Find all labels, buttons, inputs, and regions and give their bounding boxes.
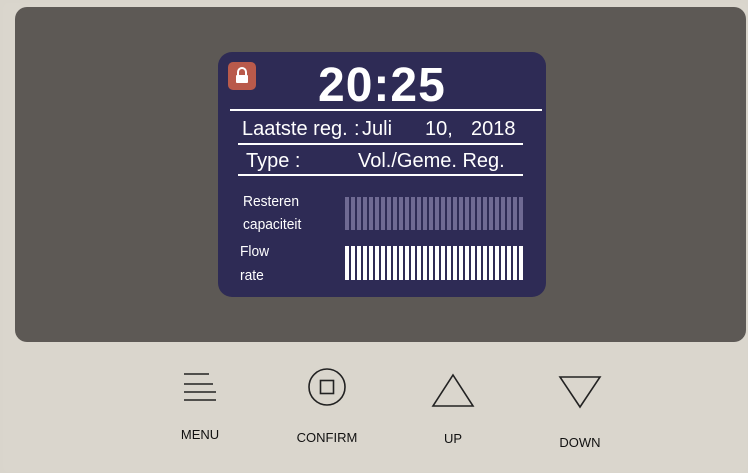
flow-rate-segment bbox=[429, 246, 433, 280]
lcd-screen: 20:25 Laatste reg. : Juli 10, 2018 Type … bbox=[218, 52, 546, 297]
flow-rate-segment bbox=[369, 246, 373, 280]
type-label: Type : bbox=[246, 150, 301, 172]
flow-rate-segment bbox=[405, 246, 409, 280]
remaining-capacity-segment bbox=[411, 197, 415, 230]
remaining-capacity-segment bbox=[429, 197, 433, 230]
flow-rate-segment bbox=[459, 246, 463, 280]
lock-icon bbox=[228, 62, 256, 90]
flow-rate-segment bbox=[453, 246, 457, 280]
flow-rate-segment bbox=[399, 246, 403, 280]
flow-rate-segment bbox=[477, 246, 481, 280]
flow-rate-segment bbox=[441, 246, 445, 280]
remaining-capacity-segment bbox=[399, 197, 403, 230]
divider-bottom bbox=[238, 174, 523, 176]
remaining-capacity-segment bbox=[459, 197, 463, 230]
menu-button[interactable]: MENU bbox=[168, 365, 232, 445]
clock-time: 20:25 bbox=[318, 59, 446, 112]
remaining-capacity-segment bbox=[375, 197, 379, 230]
remaining-capacity-segment bbox=[489, 197, 493, 230]
remaining-capacity-segment bbox=[453, 197, 457, 230]
remaining-capacity-segment bbox=[495, 197, 499, 230]
flow-rate-segment bbox=[435, 246, 439, 280]
up-button[interactable]: UP bbox=[428, 372, 478, 452]
remaining-capacity-segment bbox=[447, 197, 451, 230]
confirm-button-label: CONFIRM bbox=[296, 430, 358, 445]
flow-rate-label-2: rate bbox=[240, 267, 264, 284]
last-reg-label: Laatste reg. bbox=[242, 118, 348, 140]
remaining-capacity-segment bbox=[483, 197, 487, 230]
flow-rate-segment bbox=[351, 246, 355, 280]
flow-rate-label-1: Flow bbox=[240, 243, 270, 260]
flow-rate-segment bbox=[471, 246, 475, 280]
remaining-capacity-segment bbox=[345, 197, 349, 230]
last-reg-day: 10, bbox=[425, 118, 453, 140]
remaining-capacity-segment bbox=[381, 197, 385, 230]
remaining-capacity-segment bbox=[423, 197, 427, 230]
remaining-capacity-segment bbox=[507, 197, 511, 230]
remaining-capacity-label-1: Resteren bbox=[243, 193, 300, 210]
flow-rate-segment bbox=[519, 246, 523, 280]
remaining-capacity-segment bbox=[363, 197, 367, 230]
remaining-capacity-segment bbox=[477, 197, 481, 230]
last-reg-separator: : bbox=[354, 118, 360, 140]
remaining-capacity-segment bbox=[519, 197, 523, 230]
flow-rate-segment bbox=[387, 246, 391, 280]
flow-rate-segment bbox=[363, 246, 367, 280]
remaining-capacity-segment bbox=[513, 197, 517, 230]
flow-rate-segment bbox=[417, 246, 421, 280]
remaining-capacity-label-2: capaciteit bbox=[243, 216, 302, 233]
hamburger-icon bbox=[184, 373, 216, 401]
remaining-capacity-segment bbox=[387, 197, 391, 230]
flow-rate-segment bbox=[411, 246, 415, 280]
flow-rate-segment bbox=[507, 246, 511, 280]
divider-top bbox=[230, 109, 542, 111]
triangle-down-icon bbox=[558, 376, 602, 409]
remaining-capacity-segment bbox=[405, 197, 409, 230]
flow-rate-segment bbox=[483, 246, 487, 280]
flow-rate-segment bbox=[501, 246, 505, 280]
last-reg-month: Juli bbox=[362, 118, 393, 140]
confirm-button[interactable]: CONFIRM bbox=[290, 365, 364, 445]
square-in-circle-icon bbox=[308, 368, 346, 406]
divider-mid bbox=[238, 143, 523, 145]
type-value: Vol./Geme. Reg. bbox=[358, 150, 505, 172]
flow-rate-segment bbox=[495, 246, 499, 280]
remaining-capacity-segment bbox=[393, 197, 397, 230]
remaining-capacity-segment bbox=[471, 197, 475, 230]
up-button-label: UP bbox=[443, 431, 463, 446]
down-button-label: DOWN bbox=[559, 435, 601, 450]
flow-rate-segment bbox=[423, 246, 427, 280]
remaining-capacity-segment bbox=[435, 197, 439, 230]
flow-rate-segment bbox=[375, 246, 379, 280]
triangle-up-icon bbox=[431, 373, 475, 407]
flow-rate-gauge bbox=[345, 246, 523, 280]
flow-rate-segment bbox=[381, 246, 385, 280]
flow-rate-segment bbox=[465, 246, 469, 280]
remaining-capacity-segment bbox=[465, 197, 469, 230]
remaining-capacity-segment bbox=[369, 197, 373, 230]
last-reg-year: 2018 bbox=[471, 118, 516, 140]
flow-rate-segment bbox=[393, 246, 397, 280]
down-button[interactable]: DOWN bbox=[553, 372, 607, 452]
flow-rate-segment bbox=[447, 246, 451, 280]
remaining-capacity-segment bbox=[351, 197, 355, 230]
remaining-capacity-segment bbox=[441, 197, 445, 230]
flow-rate-segment bbox=[345, 246, 349, 280]
remaining-capacity-segment bbox=[357, 197, 361, 230]
remaining-capacity-segment bbox=[417, 197, 421, 230]
flow-rate-segment bbox=[489, 246, 493, 280]
flow-rate-segment bbox=[357, 246, 361, 280]
menu-button-label: MENU bbox=[180, 427, 220, 442]
remaining-capacity-gauge bbox=[345, 197, 523, 230]
remaining-capacity-segment bbox=[501, 197, 505, 230]
flow-rate-segment bbox=[513, 246, 517, 280]
